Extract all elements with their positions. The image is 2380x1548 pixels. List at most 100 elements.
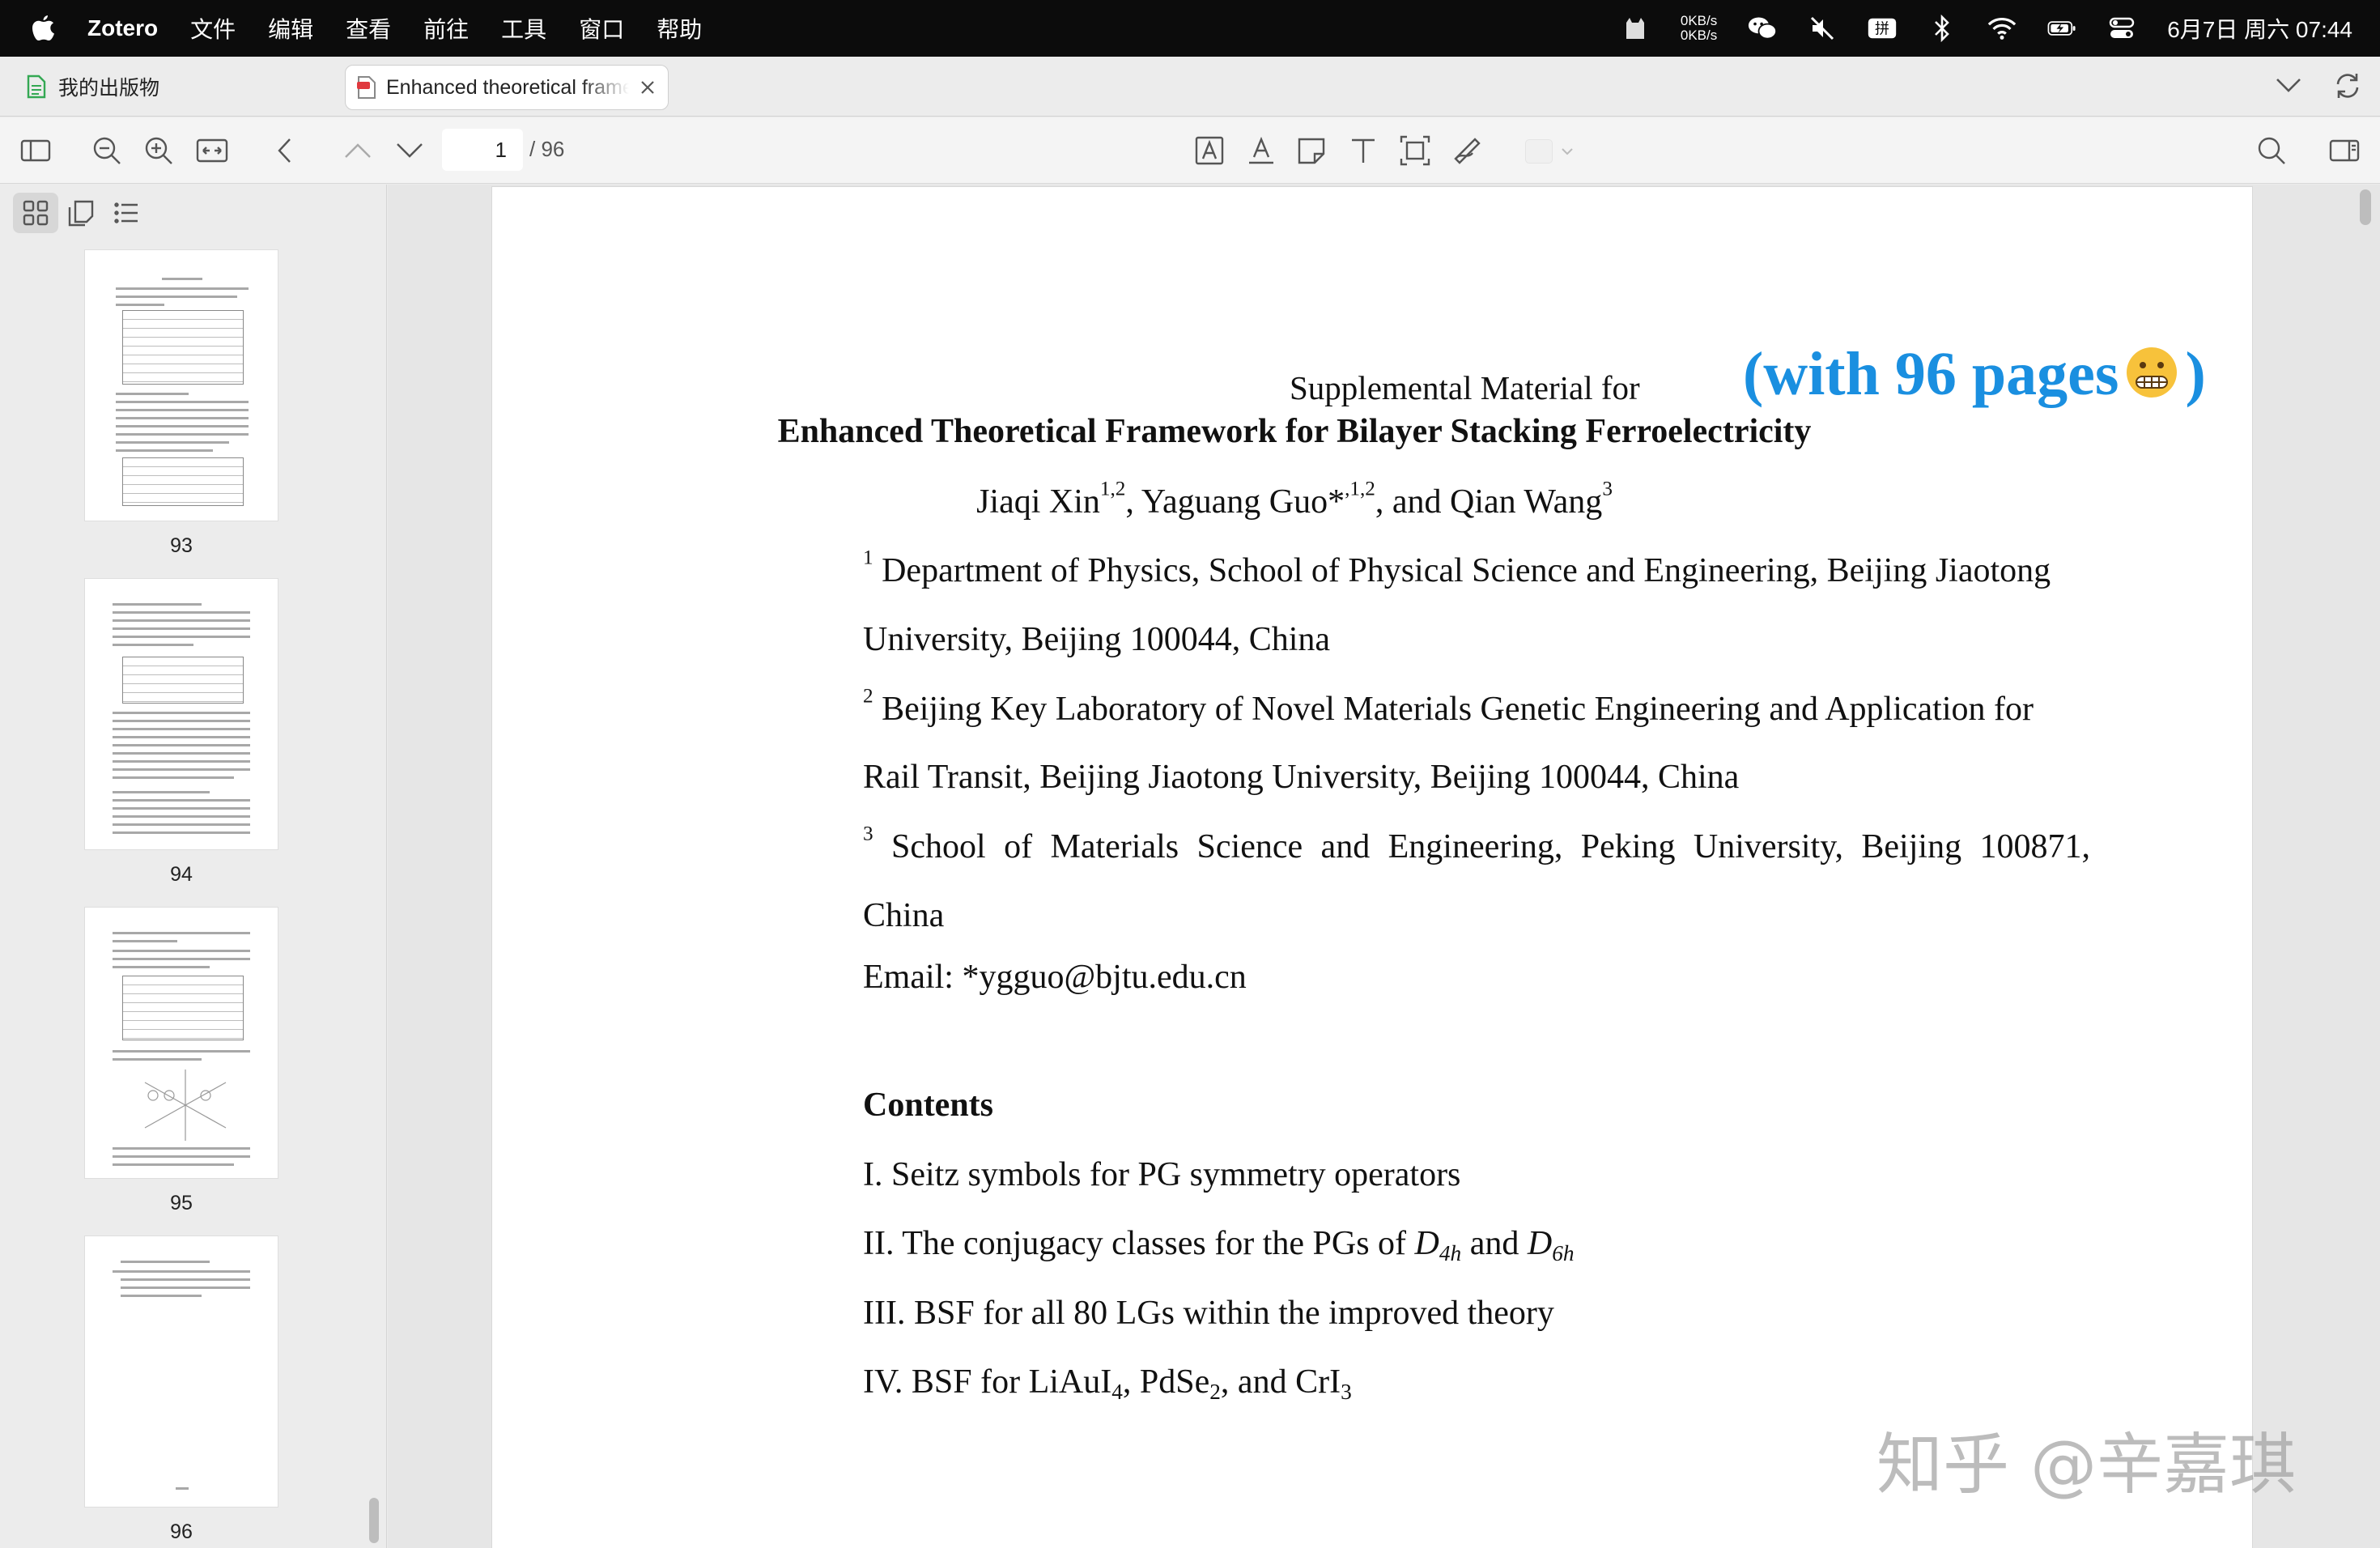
formula-subscript: 4 [1111, 1380, 1123, 1405]
wifi-icon[interactable] [1987, 14, 2017, 43]
menu-app-name[interactable]: Zotero [87, 15, 158, 41]
viewer-scrollbar-thumb[interactable] [2360, 189, 2371, 225]
group-subscript: 6h [1552, 1241, 1575, 1266]
document-title: Enhanced Theoretical Framework for Bilay… [777, 413, 1812, 450]
affiliation-text: School of Materials Science and Engineer… [891, 828, 2090, 865]
page-thumbnail[interactable] [84, 578, 278, 850]
page-thumbnail[interactable] [84, 249, 278, 521]
menubar-clock[interactable]: 6月7日 周六 07:44 [2167, 12, 2352, 45]
thumbnail-list: 93 94 95 96 [0, 248, 387, 1548]
stamp-close: ) [2185, 340, 2206, 408]
chevron-down-icon[interactable] [2275, 76, 2302, 94]
author-affil-mark: ,1,2 [1345, 478, 1375, 500]
toc-text: , PdSe [1122, 1363, 1210, 1401]
toc-item: II. The conjugacy classes for the PGs of… [863, 1224, 1575, 1266]
toggle-sidebar-icon[interactable] [19, 134, 52, 167]
stamp-text: (with 96 pages [1743, 340, 2119, 408]
add-note-icon[interactable] [1295, 134, 1328, 167]
toc-text: II. The conjugacy classes for the PGs of [863, 1225, 1415, 1262]
affiliation-text: Department of Physics, School of Physica… [882, 552, 2051, 589]
add-text-icon[interactable] [1347, 134, 1379, 167]
toc-text: and [1461, 1225, 1528, 1262]
page-thumbnail[interactable] [84, 907, 278, 1179]
page-count-stamp: (with 96 pages) [1743, 339, 2206, 410]
menu-window[interactable]: 窗口 [579, 12, 624, 45]
toc-item: I. Seitz symbols for PG symmetry operato… [863, 1156, 1461, 1193]
tab-document[interactable]: Enhanced theoretical framework for bilay… [345, 65, 669, 110]
menu-help[interactable]: 帮助 [657, 12, 702, 45]
mute-icon[interactable] [1808, 14, 1837, 43]
tab-document-label: Enhanced theoretical framework for bilay… [386, 75, 629, 99]
previous-page-icon[interactable] [342, 134, 374, 167]
reader-toolbar: / 96 [0, 117, 2380, 184]
tab-bar: 我的出版物 Enhanced theoretical framework for… [0, 57, 2380, 117]
back-icon[interactable] [269, 134, 301, 167]
color-swatch [1525, 139, 1553, 164]
menu-bar: Zotero 文件 编辑 查看 前往 工具 窗口 帮助 0KB/s 0KB/s … [0, 0, 2380, 57]
menu-tools[interactable]: 工具 [501, 12, 546, 45]
zoom-in-icon[interactable] [142, 134, 175, 167]
next-page-icon[interactable] [393, 134, 426, 167]
group-symbol: D [1414, 1225, 1439, 1262]
zoom-fit-icon[interactable] [196, 134, 228, 167]
group-symbol: D [1527, 1225, 1553, 1262]
cat-icon[interactable] [1621, 14, 1650, 43]
menu-file[interactable]: 文件 [190, 12, 236, 45]
view-thumbnails-icon[interactable] [13, 193, 58, 233]
control-center-icon[interactable] [2107, 14, 2136, 43]
author-name: , and Qian Wang [1375, 483, 1603, 521]
apple-icon[interactable] [32, 15, 55, 41]
view-annotations-icon[interactable] [58, 193, 104, 233]
sidebar-scrollbar[interactable] [363, 248, 385, 1548]
toc-item: IV. BSF for LiAuI4, PdSe2, and CrI3 [863, 1363, 1352, 1405]
toggle-context-pane-icon[interactable] [2328, 134, 2361, 167]
pdf-page: Supplemental Material for (with 96 pages… [491, 186, 2253, 1548]
menu-view[interactable]: 查看 [346, 12, 391, 45]
affiliation-1-cont: University, Beijing 100044, China [863, 621, 1331, 658]
affiliation-number: 1 [863, 546, 873, 569]
supplemental-label: Supplemental Material for [1290, 369, 1640, 406]
page-thumbnail[interactable] [84, 1235, 278, 1508]
zoom-out-icon[interactable] [91, 134, 123, 167]
close-tab-icon[interactable] [639, 79, 657, 96]
author-affil-mark: 3 [1602, 478, 1613, 500]
thumbnail-label: 96 [170, 1520, 193, 1543]
draw-icon[interactable] [1451, 134, 1483, 167]
thumbnail-label: 93 [170, 534, 193, 557]
author-list: Jiaqi Xin1,2, Yaguang Guo*,1,2, and Qian… [492, 478, 2097, 521]
menu-go[interactable]: 前往 [423, 12, 469, 45]
formula-subscript: 3 [1341, 1380, 1352, 1405]
battery-icon[interactable] [2047, 14, 2076, 43]
menu-edit[interactable]: 编辑 [268, 12, 313, 45]
page-total: / 96 [529, 137, 565, 161]
pdf-icon [357, 76, 376, 99]
select-area-icon[interactable] [1399, 134, 1431, 167]
supplemental-header: Supplemental Material for (with 96 pages… [492, 339, 2254, 408]
net-up: 0KB/s [1680, 13, 1718, 28]
sidebar-scrollbar-thumb[interactable] [369, 1498, 379, 1543]
sidebar: 93 94 95 96 [0, 185, 387, 1548]
bluetooth-icon[interactable] [1927, 14, 1957, 43]
viewer-scrollbar[interactable] [2352, 185, 2380, 1548]
view-outline-icon[interactable] [104, 193, 149, 233]
affiliation-3-cont: China [863, 897, 945, 934]
wechat-icon[interactable] [1748, 14, 1778, 43]
contents-heading: Contents [863, 1087, 994, 1124]
document-viewer[interactable]: Supplemental Material for (with 96 pages… [388, 185, 2380, 1548]
search-icon[interactable] [2255, 134, 2288, 167]
page-number-input[interactable] [442, 129, 523, 171]
author-name: , Yaguang Guo* [1125, 483, 1345, 521]
sync-icon[interactable] [2333, 71, 2362, 100]
highlight-text-icon[interactable] [1193, 134, 1226, 167]
underline-text-icon[interactable] [1245, 134, 1277, 167]
affiliation-number: 3 [863, 823, 873, 845]
document-icon [27, 74, 46, 99]
toc-text: IV. BSF for LiAuI [863, 1363, 1112, 1401]
color-picker[interactable] [1525, 138, 1582, 164]
network-speed[interactable]: 0KB/s 0KB/s [1681, 14, 1717, 43]
affiliation-1: 1 Department of Physics, School of Physi… [863, 547, 2051, 590]
affiliation-2: 2 Beijing Key Laboratory of Novel Materi… [863, 686, 2034, 729]
net-down: 0KB/s [1680, 28, 1718, 43]
input-method-icon[interactable]: 拼 [1868, 14, 1897, 43]
tab-library[interactable]: 我的出版物 [26, 70, 159, 104]
